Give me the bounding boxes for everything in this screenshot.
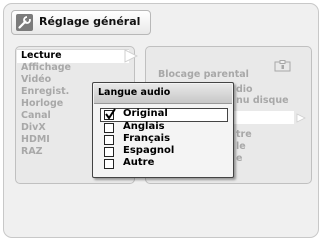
arrow-right-icon	[124, 49, 138, 63]
dialog-title: Langue audio	[98, 87, 171, 98]
audio-language-dialog: Langue audio Original Anglais Français E…	[92, 82, 234, 178]
arrow-right-icon	[296, 113, 306, 123]
menu-item-affichage[interactable]: Affichage	[21, 62, 71, 74]
checkbox[interactable]	[104, 123, 114, 133]
menu-item-canal[interactable]: Canal	[21, 110, 71, 122]
menu-item-horloge[interactable]: Horloge	[21, 98, 71, 110]
option-label: Autre	[123, 157, 155, 168]
page-title: Réglage général	[39, 15, 141, 28]
checkbox-checked[interactable]	[104, 108, 116, 120]
menu-item-enregist[interactable]: Enregist.	[21, 86, 71, 98]
option-label: Anglais	[123, 121, 165, 132]
settings-window: Réglage général Lecture Affichage Vidéo …	[3, 3, 319, 238]
option-label: Français	[123, 133, 171, 144]
submenu-item-blocage-parental[interactable]: Blocage parental	[158, 69, 249, 80]
menu-item-video[interactable]: Vidéo	[21, 74, 71, 86]
menu-item-divx[interactable]: DivX	[21, 122, 71, 134]
checkbox[interactable]	[104, 135, 114, 145]
checkbox[interactable]	[104, 159, 114, 169]
submenu-item-fragment-e[interactable]: e	[236, 153, 242, 164]
menu-list: Lecture Affichage Vidéo Enregist. Horlog…	[21, 50, 71, 158]
title-bar: Réglage général	[11, 10, 151, 35]
menu-item-hdmi[interactable]: HDMI	[21, 134, 71, 146]
option-label: Original	[123, 108, 168, 119]
wrench-icon	[16, 14, 33, 31]
checkmark-icon	[105, 108, 116, 120]
menu-item-raz[interactable]: RAZ	[21, 146, 71, 158]
option-label: Espagnol	[123, 145, 175, 156]
checkbox[interactable]	[104, 147, 114, 157]
parental-lock-icon	[274, 60, 291, 72]
submenu-item-fragment-le[interactable]: le	[236, 141, 246, 152]
dialog-title-bar: Langue audio	[94, 84, 232, 104]
submenu-item-audio[interactable]: dio	[236, 84, 253, 95]
menu-item-lecture[interactable]: Lecture	[21, 50, 71, 62]
submenu-item-fragment-tre[interactable]: tre	[236, 129, 252, 140]
submenu-item-menu-disque[interactable]: nu disque	[236, 95, 289, 106]
